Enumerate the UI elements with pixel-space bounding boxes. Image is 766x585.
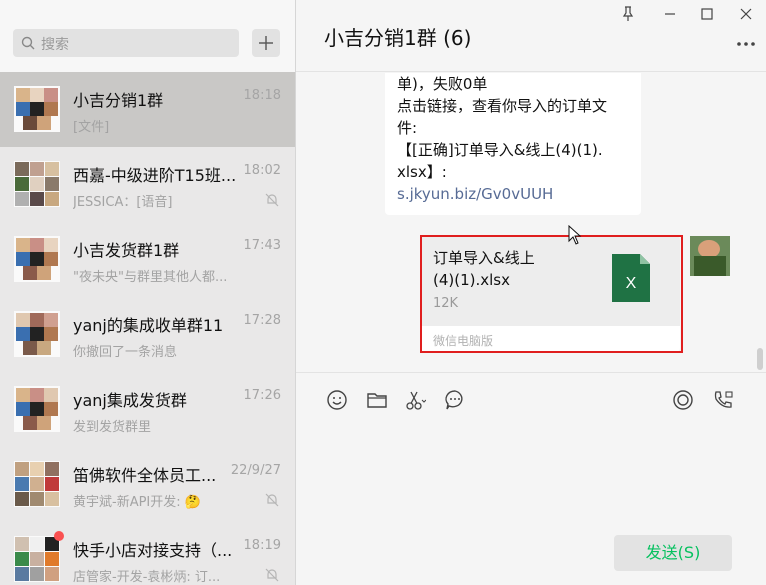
group-avatar (14, 161, 60, 207)
chat-list: 小吉分销1群 18:18 [文件] 西嘉-中级进阶T15班... 18:02 J… (0, 72, 295, 585)
mute-bell-icon (265, 493, 279, 507)
chat-time: 17:26 (243, 388, 281, 403)
chat-item-difo[interactable]: 笛佛软件全体员工... 22/9/27 黄宇斌-新API开发: 🤔 (0, 447, 295, 522)
chat-preview: 你撤回了一条消息 (73, 345, 178, 360)
close-icon[interactable] (736, 4, 756, 24)
add-chat-button[interactable] (252, 29, 280, 57)
search-input[interactable]: 搜索 (13, 29, 239, 57)
mouse-cursor-icon (568, 225, 582, 245)
chat-header: 小吉分销1群 (6) (296, 0, 766, 72)
chat-name: 小吉分销1群 (73, 91, 164, 110)
chat-preview: "夜未央"与群里其他人都... (73, 270, 228, 285)
message-line: 【[正确]订单导入&线上(4)(1). (397, 141, 603, 159)
input-toolbar (296, 372, 766, 422)
chat-time: 18:19 (243, 538, 281, 553)
search-row: 搜索 (0, 0, 295, 72)
group-avatar (14, 311, 60, 357)
chat-time: 17:43 (243, 238, 281, 253)
chat-preview: 发到发货群里 (73, 420, 152, 435)
chat-list-panel: 搜索 小吉分销1群 18:18 [文件] 西嘉-中级进阶T15班... 18:0… (0, 0, 296, 585)
chat-name: yanj集成发货群 (73, 391, 187, 410)
folder-icon[interactable] (366, 389, 388, 411)
highlight-box (420, 235, 683, 353)
group-avatar (14, 386, 60, 432)
sender-avatar[interactable] (690, 236, 730, 276)
mute-bell-icon (265, 193, 279, 207)
pin-icon[interactable] (618, 4, 638, 24)
chat-item-kuaishou[interactable]: 快手小店对接支持（... 18:19 店管家-开发-袁彬炳: 订... (0, 522, 295, 585)
chat-name: yanj的集成收单群11 (73, 316, 224, 335)
group-avatar (14, 461, 60, 507)
message-link[interactable]: s.jkyun.biz/Gv0vUUH (397, 183, 629, 205)
message-line: xlsx】: (397, 163, 447, 181)
chat-preview: 黄宇斌-新API开发: 🤔 (73, 495, 201, 510)
chat-title: 小吉分销1群 (6) (324, 26, 472, 50)
send-button[interactable]: 发送(S) (614, 535, 732, 571)
chat-time: 18:02 (243, 163, 281, 178)
message-line: 单)，失败0单 (397, 75, 488, 93)
minimize-icon[interactable] (660, 4, 680, 24)
chat-name: 快手小店对接支持（... (73, 541, 233, 560)
message-line: 件: (397, 119, 418, 137)
chat-time: 22/9/27 (230, 463, 281, 478)
live-stream-icon[interactable] (672, 389, 694, 411)
search-icon (21, 36, 35, 50)
mute-bell-icon (265, 568, 279, 582)
call-icon[interactable] (712, 389, 734, 411)
chat-preview: JESSICA：[语音] (73, 195, 173, 210)
chat-name: 西嘉-中级进阶T15班... (73, 166, 237, 185)
message-area: 单)，失败0单 点击链接，查看你导入的订单文 件: 【[正确]订单导入&线上(4… (296, 73, 766, 368)
chat-preview: 店管家-开发-袁彬炳: 订... (73, 570, 221, 585)
text-message-bubble: 单)，失败0单 点击链接，查看你导入的订单文 件: 【[正确]订单导入&线上(4… (385, 73, 641, 215)
chat-name: 笛佛软件全体员工... (73, 466, 217, 485)
chat-bubble-icon[interactable] (444, 389, 466, 411)
chat-item-xijia[interactable]: 西嘉-中级进阶T15班... 18:02 JESSICA：[语音] (0, 147, 295, 222)
emoji-icon[interactable] (326, 389, 348, 411)
group-avatar (14, 236, 60, 282)
message-line: 点击链接，查看你导入的订单文 (397, 97, 608, 115)
screenshot-scissors-icon[interactable] (404, 389, 426, 411)
chat-item-yanj-fahuo[interactable]: yanj集成发货群 17:26 发到发货群里 (0, 372, 295, 447)
chat-time: 17:28 (243, 313, 281, 328)
group-avatar (14, 536, 60, 582)
message-scrollbar[interactable] (757, 348, 763, 370)
maximize-icon[interactable] (697, 4, 717, 24)
chat-item-yanj-shoudan[interactable]: yanj的集成收单群11 17:28 你撤回了一条消息 (0, 297, 295, 372)
chat-panel: 小吉分销1群 (6) 单)，失败0单 点击链接，查看你导入的订单文 件: 【[正… (296, 0, 766, 585)
unread-badge (54, 531, 64, 541)
chat-item-xiaoji-fahuo[interactable]: 小吉发货群1群 17:43 "夜未央"与群里其他人都... (0, 222, 295, 297)
chat-name: 小吉发货群1群 (73, 241, 180, 260)
chat-preview: [文件] (73, 120, 110, 135)
chat-time: 18:18 (243, 88, 281, 103)
more-icon[interactable] (736, 36, 756, 52)
group-avatar (14, 86, 60, 132)
chat-item-xiaoji-fenxiao[interactable]: 小吉分销1群 18:18 [文件] (0, 72, 295, 147)
plus-icon (259, 36, 273, 50)
search-placeholder: 搜索 (41, 37, 69, 53)
